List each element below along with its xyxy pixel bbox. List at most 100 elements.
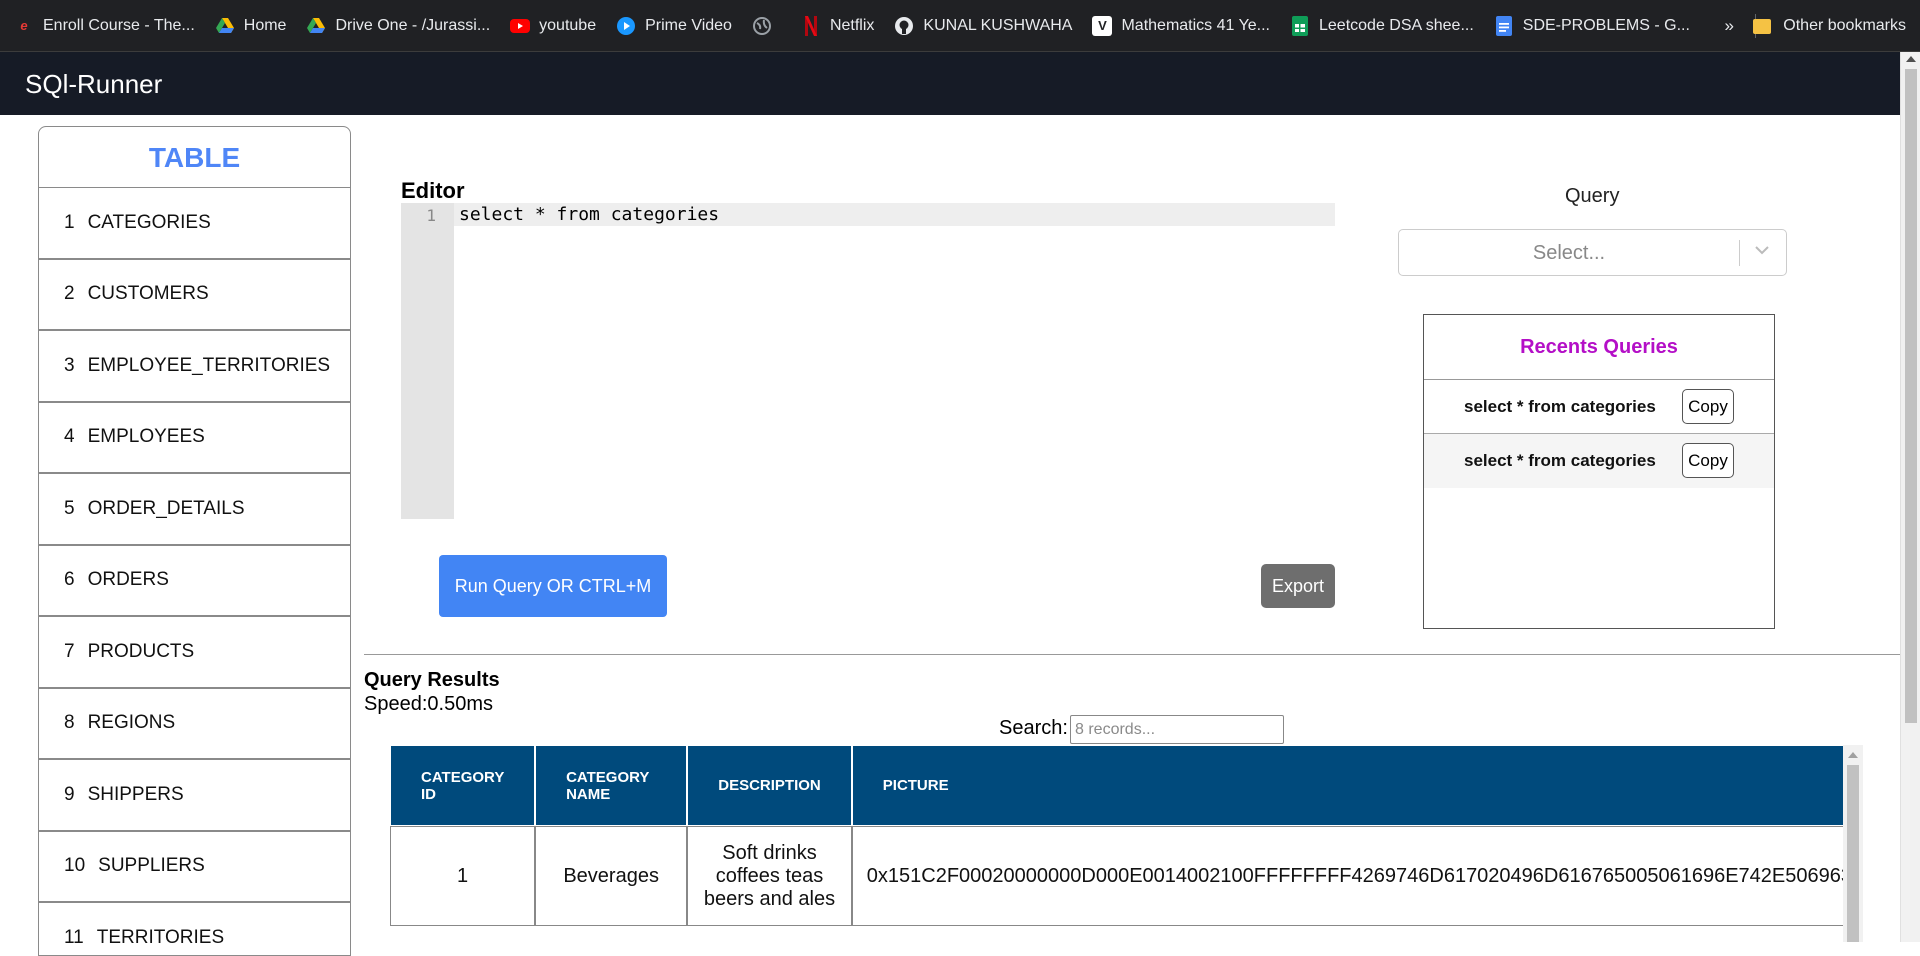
query-label: Query <box>1565 185 1620 207</box>
column-header-description[interactable]: DESCRIPTION <box>687 745 852 826</box>
bookmark-kunal-kushwaha[interactable]: KUNAL KUSHWAHA <box>894 16 1072 36</box>
youtube-icon <box>510 16 531 36</box>
query-speed: Speed:0.50ms <box>364 693 493 715</box>
bookmark-drive-one[interactable]: Drive One - /Jurassi... <box>306 16 490 36</box>
sidebar-item-number: 6 <box>64 569 75 591</box>
sql-editor[interactable]: 1 select * from categories <box>401 203 1335 519</box>
bookmark-mathematics[interactable]: V Mathematics 41 Ye... <box>1092 15 1270 36</box>
sidebar-item-label: TERRITORIES <box>96 926 225 948</box>
copy-button[interactable]: Copy <box>1682 389 1734 424</box>
sidebar-item-number: 7 <box>64 640 75 662</box>
sidebar-item-label: SHIPPERS <box>87 783 184 805</box>
sidebar-item-orders[interactable]: 6 ORDERS <box>39 546 350 617</box>
sidebar-item-number: 8 <box>64 712 75 734</box>
sidebar-item-regions[interactable]: 8 REGIONS <box>39 689 350 760</box>
more-bookmarks-chevron-icon[interactable]: » <box>1725 16 1734 36</box>
editor-gutter: 1 <box>401 203 454 519</box>
table-sidebar: TABLE 1 CATEGORIES 2 CUSTOMERS 3 EMPLOYEE_T… <box>38 126 351 956</box>
bookmark-home[interactable]: Home <box>215 16 286 36</box>
results-table: CATEGORY ID CATEGORY NAME DESCRIPTION PI… <box>390 745 1863 926</box>
chevron-down-icon[interactable] <box>1754 242 1770 258</box>
table-scrollbar-thumb[interactable] <box>1847 765 1859 942</box>
table-scrollbar[interactable] <box>1843 745 1863 942</box>
editor-label: Editor <box>401 178 465 203</box>
sidebar-item-label: PRODUCTS <box>87 640 195 662</box>
google-drive-icon <box>306 16 326 36</box>
sidebar-item-number: 9 <box>64 783 75 805</box>
sidebar-item-categories[interactable]: 1 CATEGORIES <box>39 188 350 260</box>
bookmark-leetcode-dsa[interactable]: Leetcode DSA shee... <box>1290 15 1474 36</box>
scroll-up-arrow-icon[interactable] <box>1906 56 1916 62</box>
sidebar-item-label: CUSTOMERS <box>87 283 209 305</box>
sidebar-title: TABLE <box>39 127 350 188</box>
bookmark-youtube[interactable]: youtube <box>510 16 596 36</box>
search-label: Search: <box>999 717 1068 739</box>
sidebar-item-products[interactable]: 7 PRODUCTS <box>39 617 350 689</box>
query-results-title: Query Results <box>364 669 500 691</box>
app-title[interactable]: SQl-Runner <box>25 69 162 100</box>
prime-video-icon <box>616 16 636 36</box>
sidebar-item-number: 5 <box>64 497 75 519</box>
column-header-category-name[interactable]: CATEGORY NAME <box>535 745 688 826</box>
page-scrollbar[interactable] <box>1900 52 1920 942</box>
folder-icon <box>1753 18 1772 34</box>
sidebar-item-number: 2 <box>64 283 75 305</box>
google-sheets-icon <box>1290 15 1310 36</box>
bookmark-globe[interactable] <box>752 16 781 36</box>
recent-query-text[interactable]: select * from categories <box>1464 451 1656 471</box>
sidebar-item-label: ORDER_DETAILS <box>87 497 245 519</box>
cell-picture: 0x151C2F00020000000D000E0014002100FFFFFF… <box>851 826 1863 926</box>
section-divider <box>364 654 1900 655</box>
sidebar-item-order-details[interactable]: 5 ORDER_DETAILS <box>39 474 350 546</box>
bookmarks-bar: e Enroll Course - The... Home Drive One … <box>0 0 1920 52</box>
search-input[interactable] <box>1070 715 1284 744</box>
table-row: 1 Beverages Soft drinks coffees teas bee… <box>390 826 1863 926</box>
bookmark-netflix[interactable]: Netflix <box>801 15 874 36</box>
recent-queries-title: Recents Queries <box>1424 315 1774 380</box>
sidebar-item-employees[interactable]: 4 EMPLOYEES <box>39 403 350 474</box>
recent-query-text[interactable]: select * from categories <box>1464 397 1656 417</box>
scroll-up-arrow-icon[interactable] <box>1848 752 1858 758</box>
sidebar-item-territories[interactable]: 11 TERRITORIES <box>39 903 350 955</box>
vedantu-icon: V <box>1092 15 1113 36</box>
editor-code[interactable]: select * from categories <box>459 204 719 225</box>
bookmark-prime-video[interactable]: Prime Video <box>616 16 732 36</box>
netflix-icon <box>801 15 821 36</box>
recent-queries-panel: Recents Queries select * from categories… <box>1423 314 1775 629</box>
google-docs-icon <box>1494 15 1514 36</box>
query-select-placeholder: Select... <box>1532 242 1606 264</box>
sidebar-item-number: 1 <box>64 211 75 233</box>
globe-icon <box>752 16 772 36</box>
sidebar-item-label: SUPPLIERS <box>98 855 205 877</box>
query-select[interactable]: Select... <box>1398 229 1787 276</box>
bookmark-enroll-course[interactable]: e Enroll Course - The... <box>14 16 194 36</box>
recent-query-row: select * from categories Copy <box>1424 380 1774 434</box>
sidebar-item-number: 11 <box>64 926 84 948</box>
app-navbar: SQl-Runner <box>0 52 1900 115</box>
sidebar-item-label: ORDERS <box>87 569 169 591</box>
github-icon <box>894 16 914 36</box>
sidebar-item-shippers[interactable]: 9 SHIPPERS <box>39 760 350 832</box>
column-header-picture[interactable]: PICTURE <box>851 745 1863 826</box>
run-query-button[interactable]: Run Query OR CTRL+M <box>439 555 667 617</box>
select-separator <box>1739 240 1740 266</box>
sidebar-item-number: 10 <box>64 855 86 877</box>
sidebar-item-label: REGIONS <box>87 712 176 734</box>
export-button[interactable]: Export <box>1261 564 1335 608</box>
other-bookmarks[interactable]: Other bookmarks <box>1753 0 1906 52</box>
column-header-category-id[interactable]: CATEGORY ID <box>390 745 536 826</box>
sidebar-item-customers[interactable]: 2 CUSTOMERS <box>39 260 350 331</box>
bookmark-sde-problems[interactable]: SDE-PROBLEMS - G... <box>1494 15 1690 36</box>
copy-button[interactable]: Copy <box>1682 443 1734 478</box>
sidebar-item-label: EMPLOYEE_TERRITORIES <box>87 354 331 376</box>
recent-query-row: select * from categories Copy <box>1424 434 1774 488</box>
enroll-icon: e <box>20 18 28 33</box>
line-number: 1 <box>426 206 436 225</box>
sidebar-item-suppliers[interactable]: 10 SUPPLIERS <box>39 832 350 903</box>
sidebar-item-number: 3 <box>64 354 75 376</box>
results-table-container: CATEGORY ID CATEGORY NAME DESCRIPTION PI… <box>390 745 1863 942</box>
sidebar-item-employee-territories[interactable]: 3 EMPLOYEE_TERRITORIES <box>39 331 350 403</box>
page-scrollbar-thumb[interactable] <box>1905 69 1917 723</box>
sidebar-item-number: 4 <box>64 426 75 448</box>
sidebar-item-label: CATEGORIES <box>87 211 211 233</box>
